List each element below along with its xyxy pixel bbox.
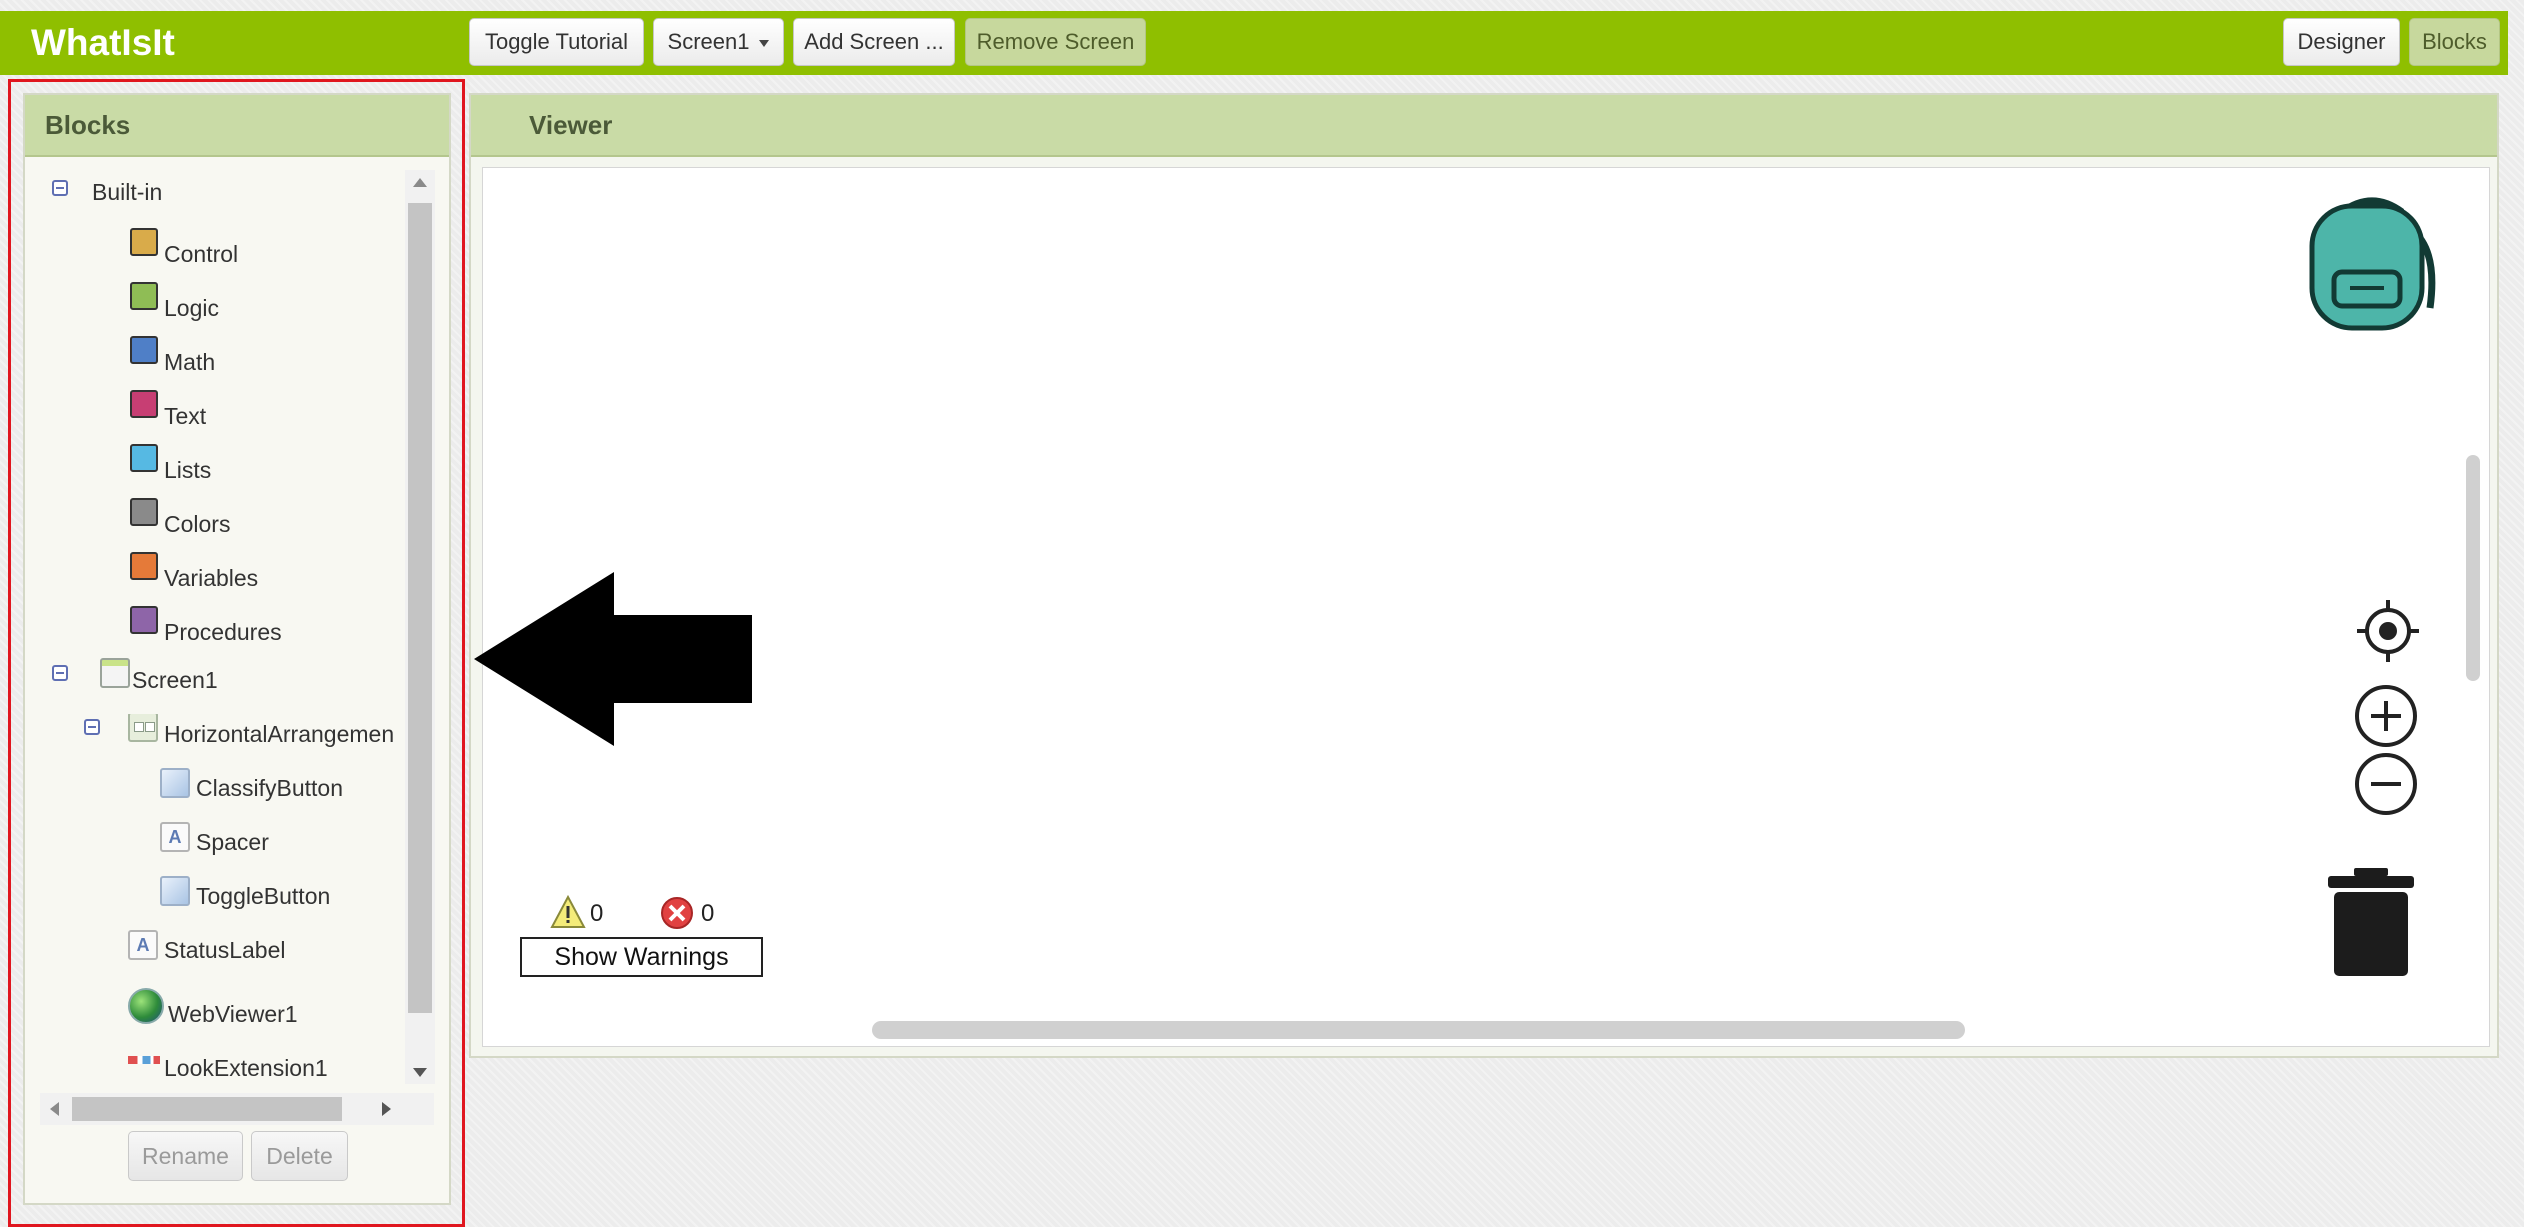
viewer-panel-header: Viewer — [471, 95, 2497, 157]
rename-button[interactable]: Rename — [128, 1131, 243, 1181]
warning-icon — [550, 895, 586, 928]
backpack-icon[interactable] — [2302, 190, 2442, 332]
builtin-item-label: Control — [164, 241, 239, 267]
add-screen-button[interactable]: Add Screen ... — [793, 18, 955, 66]
warning-count: 0 — [590, 900, 604, 927]
color-swatch-icon — [130, 444, 158, 472]
collapse-icon[interactable] — [52, 665, 68, 681]
remove-screen-button[interactable]: Remove Screen — [965, 18, 1146, 66]
builtin-item-label: Lists — [164, 457, 212, 483]
builtin-item-logic[interactable]: Logic — [128, 282, 388, 322]
tree-node-builtin[interactable]: Built-in — [50, 172, 250, 212]
workspace-horizontal-scrollbar[interactable] — [872, 1021, 1965, 1039]
tree-horizontal-scroll-thumb[interactable] — [72, 1097, 342, 1121]
builtin-item-text[interactable]: Text — [128, 390, 388, 430]
tree-label-horizontal-arrangement: HorizontalArrangemen — [164, 721, 395, 747]
builtin-item-procedures[interactable]: Procedures — [128, 606, 388, 646]
tree-node-spacer[interactable]: A Spacer — [160, 822, 410, 862]
collapse-icon[interactable] — [84, 719, 100, 735]
viewer-panel-title: Viewer — [529, 110, 613, 140]
toggle-tutorial-button[interactable]: Toggle Tutorial — [469, 18, 644, 66]
zoom-in-icon[interactable] — [2353, 683, 2419, 749]
builtin-item-label: Procedures — [164, 619, 282, 645]
builtin-item-lists[interactable]: Lists — [128, 444, 388, 484]
extension-icon — [128, 1056, 160, 1064]
screen-icon — [100, 658, 130, 688]
tree-vertical-scroll-thumb[interactable] — [408, 203, 432, 1013]
trash-icon[interactable] — [2324, 866, 2418, 978]
screen-select-label: Screen1 — [667, 29, 750, 54]
horizontal-arrangement-icon — [128, 714, 158, 742]
tree-node-toggle-button[interactable]: ToggleButton — [160, 876, 410, 916]
color-swatch-icon — [130, 228, 158, 256]
zoom-out-icon[interactable] — [2353, 751, 2419, 817]
label-component-icon: A — [160, 822, 190, 852]
tree-label-builtin: Built-in — [92, 179, 163, 205]
color-swatch-icon — [130, 498, 158, 526]
builtin-item-control[interactable]: Control — [128, 228, 388, 268]
globe-icon — [128, 988, 164, 1024]
scroll-down-arrow-icon[interactable] — [413, 1068, 427, 1077]
pointing-arrow-icon — [474, 572, 752, 746]
color-swatch-icon — [130, 552, 158, 580]
button-component-icon — [160, 768, 190, 798]
tree-label-look-extension: LookExtension1 — [164, 1055, 328, 1081]
error-count: 0 — [701, 900, 715, 927]
tree-label-status-label: StatusLabel — [164, 937, 286, 963]
color-swatch-icon — [130, 282, 158, 310]
tree-label-web-viewer: WebViewer1 — [168, 1001, 298, 1027]
blocks-panel-title: Blocks — [45, 110, 131, 140]
button-component-icon — [160, 876, 190, 906]
show-warnings-button[interactable]: Show Warnings — [520, 937, 763, 977]
color-swatch-icon — [130, 606, 158, 634]
tree-node-horizontal-arrangement[interactable]: HorizontalArrangemen — [82, 714, 412, 754]
scroll-right-arrow-icon[interactable] — [382, 1102, 391, 1116]
scroll-left-arrow-icon[interactable] — [50, 1102, 59, 1116]
tree-node-screen1[interactable]: Screen1 — [50, 658, 250, 700]
scroll-up-arrow-icon[interactable] — [413, 178, 427, 187]
builtin-item-math[interactable]: Math — [128, 336, 388, 376]
blocks-button[interactable]: Blocks — [2409, 18, 2500, 66]
builtin-item-label: Colors — [164, 511, 231, 537]
builtin-item-label: Text — [164, 403, 207, 429]
builtin-item-colors[interactable]: Colors — [128, 498, 388, 538]
tree-node-status-label[interactable]: A StatusLabel — [128, 930, 408, 970]
tree-label-spacer: Spacer — [196, 829, 269, 855]
color-swatch-icon — [130, 336, 158, 364]
error-icon — [661, 897, 693, 929]
builtin-item-label: Logic — [164, 295, 219, 321]
builtin-item-label: Math — [164, 349, 216, 375]
tree-node-look-extension[interactable]: LookExtension1 — [128, 1048, 408, 1088]
app-title: WhatIsIt — [31, 22, 175, 63]
tree-node-web-viewer[interactable]: WebViewer1 — [128, 988, 408, 1034]
tree-label-classify-button: ClassifyButton — [196, 775, 344, 801]
tree-label-toggle-button: ToggleButton — [196, 883, 331, 909]
screen-select-dropdown[interactable]: Screen1 — [653, 18, 784, 66]
chevron-down-icon — [759, 39, 770, 47]
blocks-workspace[interactable] — [482, 167, 2490, 1047]
workspace-vertical-scrollbar[interactable] — [2466, 455, 2480, 681]
color-swatch-icon — [130, 390, 158, 418]
collapse-icon[interactable] — [52, 180, 68, 196]
builtin-item-variables[interactable]: Variables — [128, 552, 388, 592]
top-toolbar — [0, 11, 2508, 75]
builtin-item-label: Variables — [164, 565, 259, 591]
tree-node-classify-button[interactable]: ClassifyButton — [160, 768, 410, 808]
delete-button[interactable]: Delete — [251, 1131, 348, 1181]
recenter-icon[interactable] — [2355, 598, 2421, 664]
blocks-panel-header: Blocks — [25, 95, 449, 157]
label-component-icon: A — [128, 930, 158, 960]
designer-button[interactable]: Designer — [2283, 18, 2400, 66]
tree-label-screen1: Screen1 — [132, 667, 218, 693]
